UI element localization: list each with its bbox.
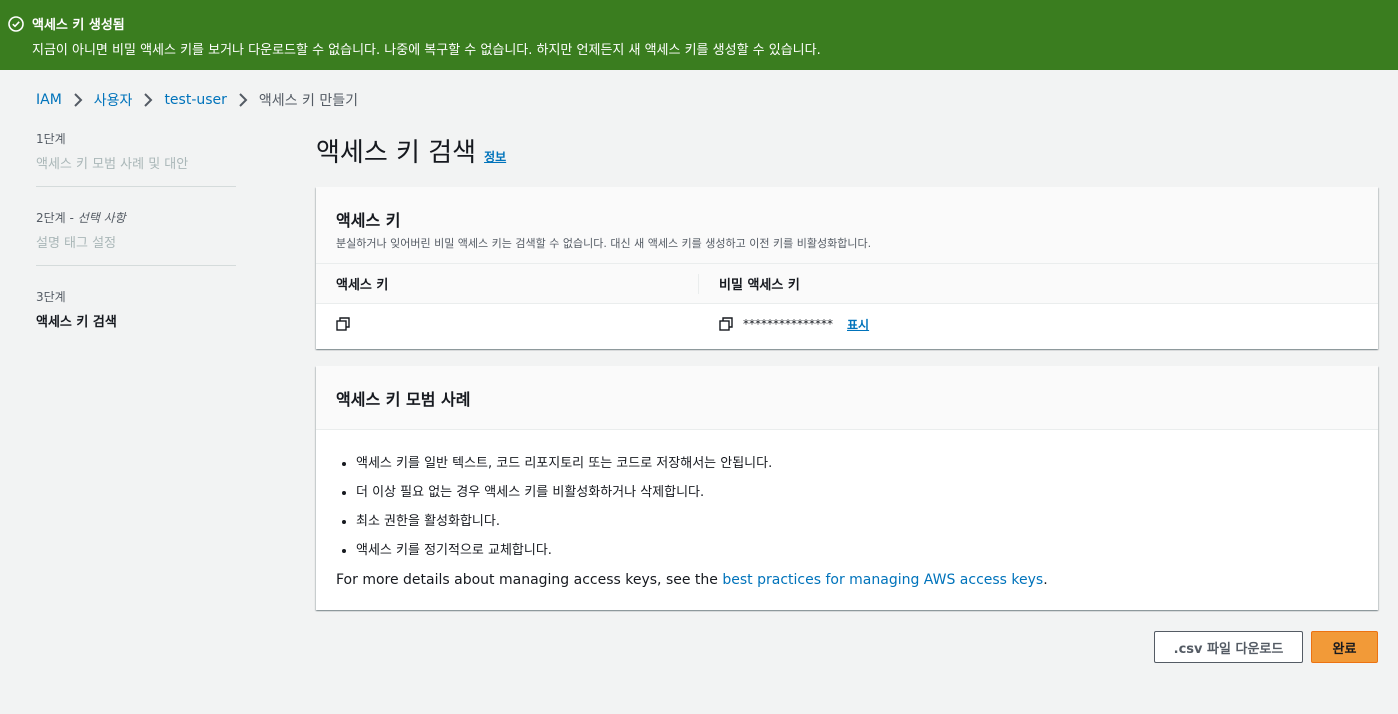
column-access-key: 액세스 키 [316,273,699,294]
card-title: 액세스 키 [336,211,401,230]
step-number: 3단계 [36,290,66,304]
list-item: 액세스 키를 일반 텍스트, 코드 리포지토리 또는 코드로 저장해서는 안됩니… [356,452,1358,471]
chevron-right-icon [239,93,248,107]
access-key-card: 액세스 키 분실하거나 잊어버린 비밀 액세스 키는 검색할 수 없습니다. 대… [316,187,1378,349]
chevron-right-icon [74,93,83,107]
card-header: 액세스 키 모범 사례 [316,366,1378,430]
step-2: 2단계 - 선택 사항 설명 태그 설정 [36,209,236,266]
step-optional: - 선택 사항 [69,211,126,225]
copy-icon[interactable] [719,317,733,331]
best-practices-card: 액세스 키 모범 사례 액세스 키를 일반 텍스트, 코드 리포지토리 또는 코… [316,366,1378,610]
info-link[interactable]: 정보 [484,148,506,165]
details-text: For more details about managing access k… [336,572,1048,588]
breadcrumb-test-user[interactable]: test-user [164,92,226,108]
best-practices-link[interactable]: best practices for managing AWS access k… [722,572,1043,588]
list-item: 액세스 키를 정기적으로 교체합니다. [356,539,1358,558]
secret-key-cell: *************** 표시 [699,316,869,333]
page-header: 액세스 키 검색 정보 [316,132,506,169]
flash-message: 지금이 아니면 비밀 액세스 키를 보거나 다운로드할 수 없습니다. 나중에 … [32,43,821,58]
step-label: 설명 태그 설정 [36,236,117,251]
breadcrumb: IAM 사용자 test-user 액세스 키 만들기 [36,90,358,110]
list-item: 더 이상 필요 없는 경우 액세스 키를 비활성화하거나 삭제합니다. [356,481,1358,500]
card-header: 액세스 키 분실하거나 잊어버린 비밀 액세스 키는 검색할 수 없습니다. 대… [316,187,1378,264]
success-flashbar: 액세스 키 생성됨 지금이 아니면 비밀 액세스 키를 보거나 다운로드할 수 … [0,0,1398,70]
table-row: *************** 표시 [316,304,1378,344]
done-button[interactable]: 완료 [1311,631,1378,663]
wizard-steps: 1단계 액세스 키 모범 사례 및 대안 2단계 - 선택 사항 설명 태그 설… [36,130,236,366]
practices-list: 액세스 키를 일반 텍스트, 코드 리포지토리 또는 코드로 저장해서는 안됩니… [336,452,1358,558]
chevron-right-icon [144,93,153,107]
download-csv-button[interactable]: .csv 파일 다운로드 [1154,631,1303,663]
flash-title: 액세스 키 생성됨 [32,18,125,33]
card-description: 분실하거나 잊어버린 비밀 액세스 키는 검색할 수 없습니다. 대신 새 액세… [336,237,872,250]
breadcrumb-current: 액세스 키 만들기 [258,93,358,109]
practices-content: 액세스 키를 일반 텍스트, 코드 리포지토리 또는 코드로 저장해서는 안됩니… [316,430,1378,588]
step-number: 1단계 [36,132,66,146]
list-item: 최소 권한을 활성화합니다. [356,510,1358,529]
step-label: 액세스 키 모범 사례 및 대안 [36,157,189,172]
access-key-cell [316,317,699,331]
step-label-active: 액세스 키 검색 [36,315,117,330]
breadcrumb-users[interactable]: 사용자 [94,90,133,110]
step-1: 1단계 액세스 키 모범 사례 및 대안 [36,130,236,187]
check-circle-icon [8,15,24,32]
card-title: 액세스 키 모범 사례 [336,390,471,409]
page-title: 액세스 키 검색 [316,138,477,168]
breadcrumb-iam[interactable]: IAM [36,92,62,108]
table-header: 액세스 키 비밀 액세스 키 [316,264,1378,304]
show-secret-link[interactable]: 표시 [847,316,869,333]
secret-key-value: *************** [743,317,833,331]
step-3: 3단계 액세스 키 검색 [36,288,236,344]
copy-icon[interactable] [336,317,350,331]
step-number: 2단계 - 선택 사항 [36,211,126,225]
column-secret-key: 비밀 액세스 키 [719,278,800,293]
